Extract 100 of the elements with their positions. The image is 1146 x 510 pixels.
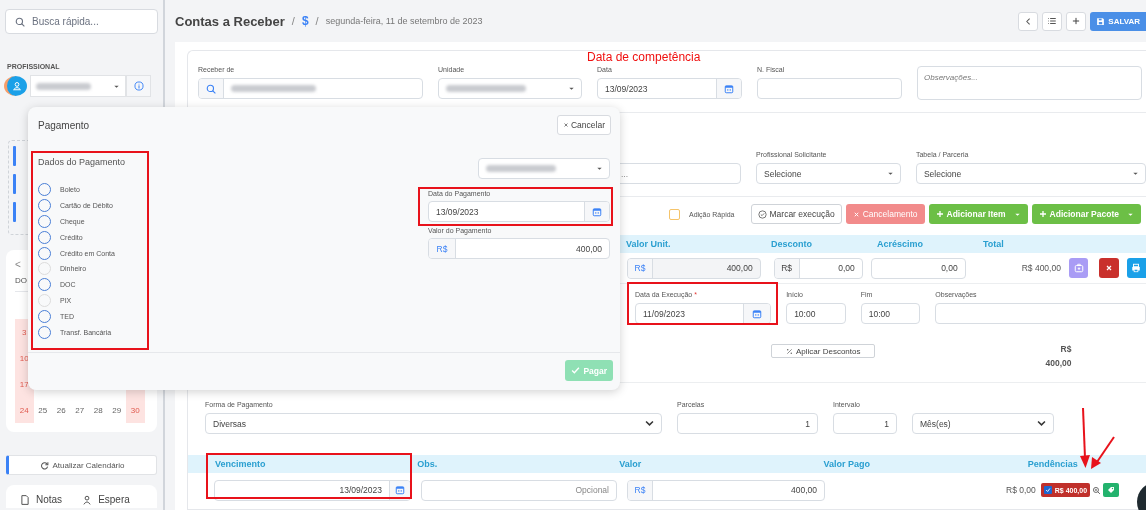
redacted-text <box>36 82 91 90</box>
list-button[interactable] <box>1042 11 1063 31</box>
installments-field[interactable]: 1 <box>677 413 818 434</box>
select-field[interactable] <box>438 78 582 99</box>
list-icon <box>1047 16 1058 26</box>
check-circle-icon <box>757 209 767 219</box>
column-header: Valor Unit. <box>626 239 671 249</box>
panel-tab[interactable]: Notas <box>20 494 63 505</box>
cancel-button[interactable]: Cancelar <box>556 115 611 135</box>
tag-icon <box>1107 486 1116 494</box>
payment-method-select[interactable]: Diversas <box>205 413 662 434</box>
plus-icon <box>935 210 944 218</box>
chevron-down-icon <box>1036 418 1047 429</box>
check-icon <box>571 366 581 375</box>
info-button[interactable] <box>126 75 151 97</box>
chevron-left-icon <box>1023 16 1033 26</box>
search-icon <box>206 83 216 94</box>
unit-price-field: R$ 400,00 <box>627 257 761 279</box>
checkbox[interactable] <box>668 208 680 220</box>
time-field[interactable]: 10:00 <box>860 303 921 324</box>
column-header: Vencimento <box>215 459 266 469</box>
plus-icon <box>1071 16 1082 26</box>
select-field[interactable]: Selecione <box>756 163 901 184</box>
paid-amount: R$ 0,00 <box>1006 485 1036 495</box>
add-button[interactable] <box>1066 11 1087 31</box>
select-field[interactable] <box>478 158 610 179</box>
arrow-drawing <box>1078 408 1116 470</box>
grand-total: R$ <box>1060 344 1072 354</box>
select-field[interactable]: Selecione <box>915 163 1146 184</box>
medical-kit-button[interactable] <box>1068 258 1089 278</box>
action-button[interactable]: Marcar execução <box>750 204 842 224</box>
calendar-icon <box>724 83 734 94</box>
annotation-text: Data de competência <box>587 50 701 64</box>
note-icon <box>20 494 30 505</box>
calendar-icon <box>592 206 602 217</box>
checkbox[interactable] <box>1043 486 1052 494</box>
print-button[interactable] <box>1126 258 1146 278</box>
notes-field[interactable] <box>935 303 1146 324</box>
column-header: Desconto <box>771 239 812 249</box>
date-field[interactable]: 13/09/2023 <box>428 201 610 222</box>
previous-month-button[interactable]: < <box>15 259 21 270</box>
save-icon <box>1096 16 1106 26</box>
section-title: Dados do Pagamento <box>38 157 127 167</box>
date-field[interactable]: 13/09/2023 <box>597 78 742 99</box>
interval-field[interactable]: 1 <box>833 413 897 434</box>
person-icon <box>82 494 93 505</box>
date-field[interactable]: 11/09/2023 <box>635 303 772 324</box>
calendar-day[interactable]: 29 <box>107 397 126 423</box>
calendar-day[interactable]: 27 <box>70 397 89 423</box>
notes-field[interactable]: Observações... <box>917 66 1142 100</box>
printer-icon <box>1131 263 1142 273</box>
notes-field[interactable]: Opcional <box>421 479 617 501</box>
amount-field[interactable]: R$ 400,00 <box>627 479 825 501</box>
column-header: Obs. <box>417 459 438 469</box>
dialog-title: Pagamento <box>38 119 90 131</box>
column-header: Acréscimo <box>877 239 924 249</box>
tag-button[interactable] <box>1103 483 1120 497</box>
percent-icon <box>786 347 793 355</box>
calendar-day[interactable]: 28 <box>89 397 108 423</box>
panel-tab[interactable]: Espera <box>82 494 130 505</box>
search-icon <box>15 16 25 27</box>
text-field[interactable] <box>757 78 902 99</box>
user-icon <box>12 81 22 91</box>
refresh-calendar-button[interactable]: Atualizar Calendário <box>6 455 157 475</box>
column-header: Pendências <box>1027 459 1078 469</box>
time-field[interactable]: 10:00 <box>786 303 846 324</box>
surcharge-field[interactable]: 0,00 <box>870 257 966 279</box>
medical-kit-icon <box>1073 263 1084 273</box>
close-icon <box>852 210 860 218</box>
professional-select[interactable] <box>30 75 126 97</box>
close-icon <box>1104 264 1113 272</box>
check-icon <box>1044 487 1051 493</box>
apply-discounts-button[interactable]: Aplicar Descontos <box>771 344 876 358</box>
delete-button[interactable] <box>1099 258 1119 278</box>
calendar-day[interactable]: 26 <box>52 397 71 423</box>
column-header: Total <box>983 239 1004 249</box>
calendar-day[interactable]: 25 <box>33 397 52 423</box>
calendar-icon <box>752 308 763 319</box>
page-title: Contas a Receber <box>175 13 285 29</box>
due-date-field[interactable]: 13/09/2023 <box>214 479 411 501</box>
caret-icon <box>596 165 603 172</box>
caret-icon <box>886 170 894 177</box>
column-header: Valor <box>619 459 642 469</box>
amount-field[interactable]: R$ 400,00 <box>428 238 610 259</box>
search-field[interactable]: Busca rápida... <box>5 9 158 34</box>
caret-icon <box>568 85 575 92</box>
refresh-icon <box>40 460 50 470</box>
breadcrumb-separator: / <box>291 15 295 27</box>
discount-field[interactable]: R$ 0,00 <box>773 257 863 279</box>
column-header: Valor Pago <box>823 459 871 469</box>
weekday-label: DO <box>15 276 27 285</box>
grand-total: 400,00 <box>1045 358 1072 368</box>
interval-unit-select[interactable]: Mês(es) <box>912 413 1054 434</box>
row-total: R$ 400,00 <box>1021 263 1061 273</box>
plus-icon <box>1038 210 1047 218</box>
calendar-icon <box>395 485 405 495</box>
zoom-icon <box>1092 485 1102 495</box>
search-field[interactable] <box>198 78 423 99</box>
page-date: segunda-feira, 11 de setembro de 2023 <box>325 16 483 26</box>
redacted-text <box>486 164 556 172</box>
